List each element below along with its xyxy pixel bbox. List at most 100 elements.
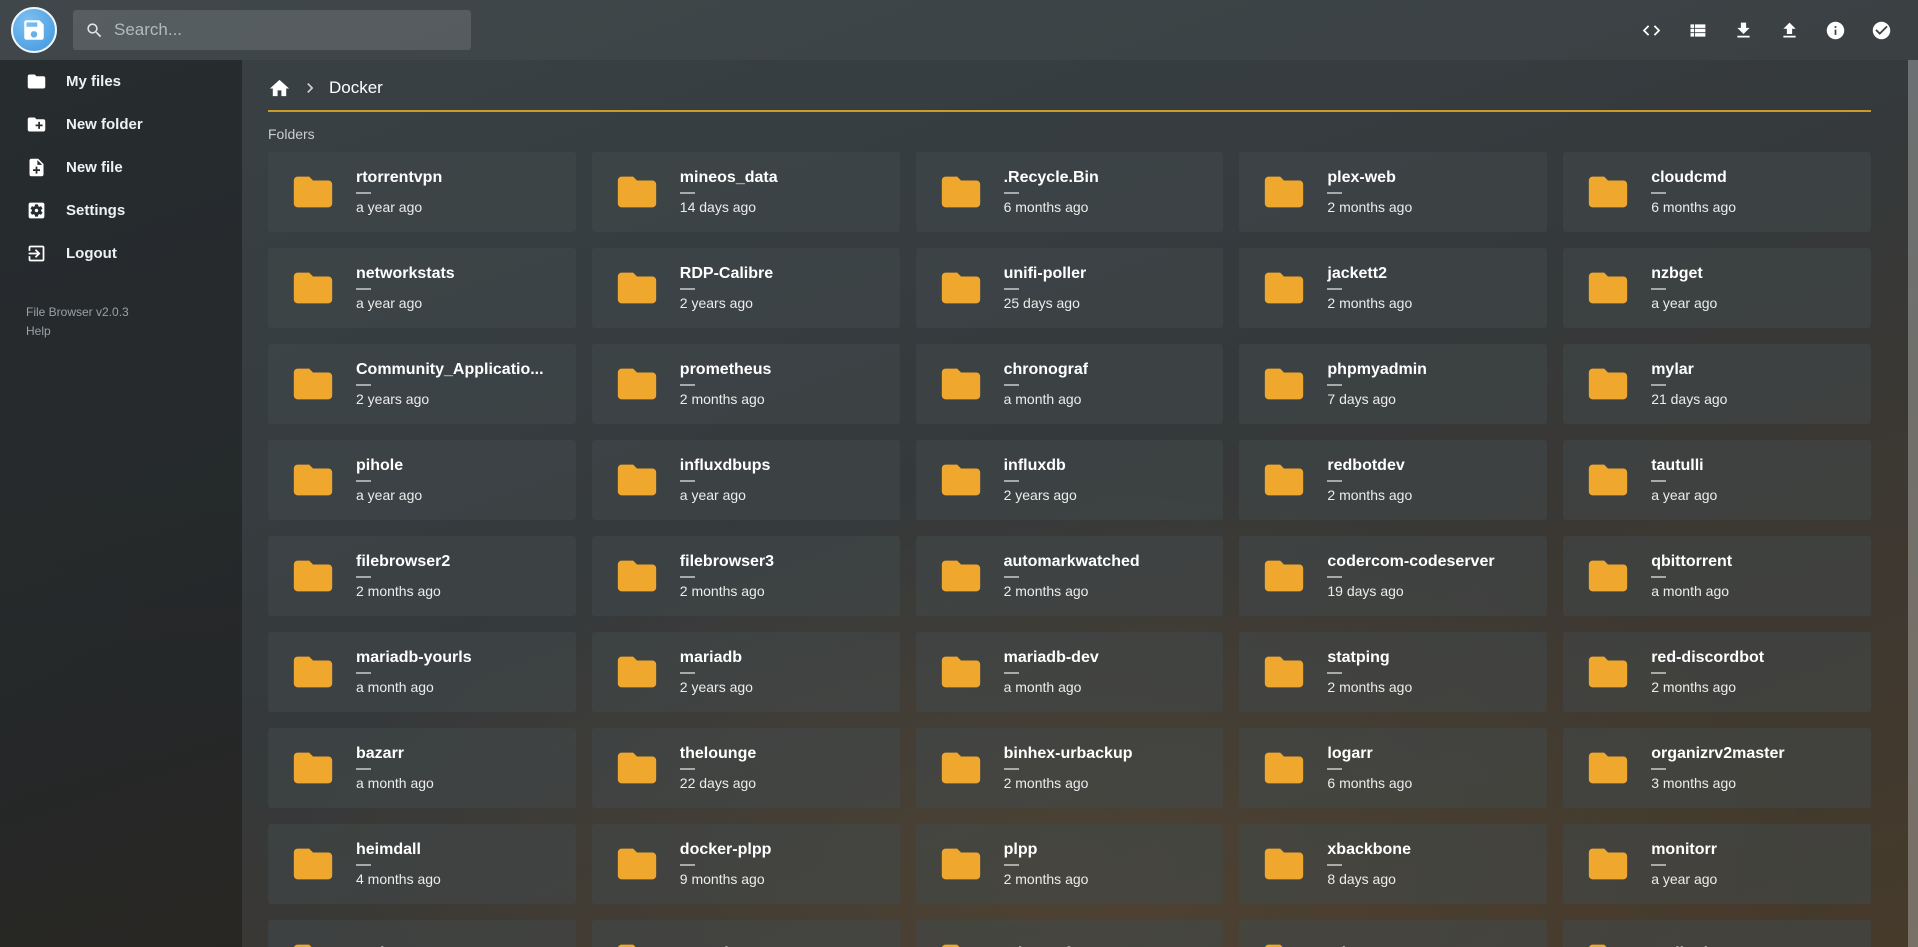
- sidebar-item-settings[interactable]: Settings: [0, 189, 242, 232]
- folder-modified: a month ago: [1004, 391, 1088, 407]
- folder-name: influxdbups: [680, 457, 771, 475]
- folder-card[interactable]: filebrowser3 2 months ago: [592, 536, 900, 616]
- folder-card[interactable]: cloudcmd 6 months ago: [1563, 152, 1871, 232]
- card-divider: [1651, 288, 1666, 290]
- folder-modified: 14 days ago: [680, 199, 778, 215]
- folder-card[interactable]: codimd: [1563, 920, 1871, 947]
- scrollbar[interactable]: [1908, 60, 1918, 947]
- folder-card-text: RDP-Calibre 2 years ago: [680, 265, 773, 311]
- folder-card[interactable]: organizr: [592, 920, 900, 947]
- folder-modified: a month ago: [1651, 583, 1732, 599]
- folder-card[interactable]: phpmyadmin 7 days ago: [1239, 344, 1547, 424]
- folder-modified: 2 months ago: [680, 391, 772, 407]
- folder-card[interactable]: xbackbone 8 days ago: [1239, 824, 1547, 904]
- folder-card[interactable]: jackett2 2 months ago: [1239, 248, 1547, 328]
- folder-card-text: Community_Applicatio... 2 years ago: [356, 361, 544, 407]
- folder-card[interactable]: red-discordbot 2 months ago: [1563, 632, 1871, 712]
- folder-card-text: plpp 2 months ago: [1004, 841, 1089, 887]
- breadcrumb-current[interactable]: Docker: [329, 78, 383, 98]
- folder-icon: [1261, 649, 1307, 695]
- folder-card[interactable]: influxdb 2 years ago: [916, 440, 1224, 520]
- folder-card[interactable]: .Recycle.Bin 6 months ago: [916, 152, 1224, 232]
- folder-icon: [290, 649, 336, 695]
- folder-card-text: influxdbups a year ago: [680, 457, 771, 503]
- filebrowser-logo[interactable]: [11, 7, 57, 53]
- switch-view-button[interactable]: [1680, 13, 1714, 47]
- folder-card[interactable]: binhex-urbackup 2 months ago: [916, 728, 1224, 808]
- card-divider: [680, 480, 695, 482]
- folder-card[interactable]: code-server: [268, 920, 576, 947]
- folder-card[interactable]: mineos: [1239, 920, 1547, 947]
- breadcrumb-home-button[interactable]: [268, 77, 291, 100]
- section-label: Folders: [268, 126, 1871, 142]
- breadcrumb-divider: [268, 110, 1871, 112]
- folder-card[interactable]: minecraft: [916, 920, 1224, 947]
- folder-card[interactable]: filebrowser2 2 months ago: [268, 536, 576, 616]
- sidebar-item-logout[interactable]: Logout: [0, 232, 242, 275]
- folder-card[interactable]: influxdbups a year ago: [592, 440, 900, 520]
- sidebar-item-new-folder[interactable]: New folder: [0, 103, 242, 146]
- folder-modified: 6 months ago: [1327, 775, 1412, 791]
- folder-card[interactable]: logarr 6 months ago: [1239, 728, 1547, 808]
- select-multiple-button[interactable]: [1864, 13, 1898, 47]
- folder-card[interactable]: mineos_data 14 days ago: [592, 152, 900, 232]
- folder-card[interactable]: monitorr a year ago: [1563, 824, 1871, 904]
- folder-card[interactable]: heimdall 4 months ago: [268, 824, 576, 904]
- folder-card[interactable]: bazarr a month ago: [268, 728, 576, 808]
- folder-card[interactable]: tautulli a year ago: [1563, 440, 1871, 520]
- folder-card[interactable]: statping 2 months ago: [1239, 632, 1547, 712]
- folder-card[interactable]: chronograf a month ago: [916, 344, 1224, 424]
- folder-card[interactable]: networkstats a year ago: [268, 248, 576, 328]
- folder-modified: 2 months ago: [1651, 679, 1764, 695]
- folder-name: unifi-poller: [1004, 265, 1087, 283]
- folder-card[interactable]: prometheus 2 months ago: [592, 344, 900, 424]
- folder-name: qbittorrent: [1651, 553, 1732, 571]
- code-view-button[interactable]: [1634, 13, 1668, 47]
- folder-card[interactable]: Community_Applicatio... 2 years ago: [268, 344, 576, 424]
- card-divider: [1004, 288, 1019, 290]
- info-button[interactable]: [1818, 13, 1852, 47]
- folder-card-text: filebrowser3 2 months ago: [680, 553, 774, 599]
- card-divider: [1004, 384, 1019, 386]
- folder-modified: a year ago: [1651, 295, 1717, 311]
- folder-card[interactable]: codercom-codeserver 19 days ago: [1239, 536, 1547, 616]
- folder-card[interactable]: docker-plpp 9 months ago: [592, 824, 900, 904]
- breadcrumb: Docker: [268, 72, 1871, 104]
- folder-card-text: chronograf a month ago: [1004, 361, 1088, 407]
- folder-card[interactable]: organizrv2master 3 months ago: [1563, 728, 1871, 808]
- search-input[interactable]: [114, 20, 459, 40]
- folder-card[interactable]: mariadb-dev a month ago: [916, 632, 1224, 712]
- folder-card[interactable]: plpp 2 months ago: [916, 824, 1224, 904]
- folder-modified: 2 months ago: [1004, 775, 1133, 791]
- folder-card[interactable]: unifi-poller 25 days ago: [916, 248, 1224, 328]
- upload-button[interactable]: [1772, 13, 1806, 47]
- folder-card[interactable]: mylar 21 days ago: [1563, 344, 1871, 424]
- sidebar-item-my-files[interactable]: My files: [0, 60, 242, 103]
- help-link[interactable]: Help: [26, 322, 242, 341]
- folder-icon: [1585, 361, 1631, 407]
- top-bar: [0, 0, 1918, 60]
- folder-name: influxdb: [1004, 457, 1077, 475]
- folder-name: docker-plpp: [680, 841, 772, 859]
- download-button[interactable]: [1726, 13, 1760, 47]
- folder-card[interactable]: qbittorrent a month ago: [1563, 536, 1871, 616]
- folder-icon: [1261, 553, 1307, 599]
- sidebar-item-label: Settings: [66, 202, 125, 219]
- folder-card[interactable]: mariadb 2 years ago: [592, 632, 900, 712]
- folder-card-text: pihole a year ago: [356, 457, 422, 503]
- folder-card[interactable]: nzbget a year ago: [1563, 248, 1871, 328]
- folder-card[interactable]: plex-web 2 months ago: [1239, 152, 1547, 232]
- folder-card[interactable]: rtorrentvpn a year ago: [268, 152, 576, 232]
- folder-card[interactable]: automarkwatched 2 months ago: [916, 536, 1224, 616]
- folder-card[interactable]: thelounge 22 days ago: [592, 728, 900, 808]
- folder-card[interactable]: redbotdev 2 months ago: [1239, 440, 1547, 520]
- folder-card[interactable]: pihole a year ago: [268, 440, 576, 520]
- folder-card[interactable]: RDP-Calibre 2 years ago: [592, 248, 900, 328]
- folder-modified: 2 years ago: [680, 295, 773, 311]
- folder-icon: [614, 169, 660, 215]
- folder-icon: [1585, 745, 1631, 791]
- folder-card[interactable]: mariadb-yourls a month ago: [268, 632, 576, 712]
- folder-modified: 7 days ago: [1327, 391, 1427, 407]
- card-divider: [1327, 576, 1342, 578]
- sidebar-item-new-file[interactable]: New file: [0, 146, 242, 189]
